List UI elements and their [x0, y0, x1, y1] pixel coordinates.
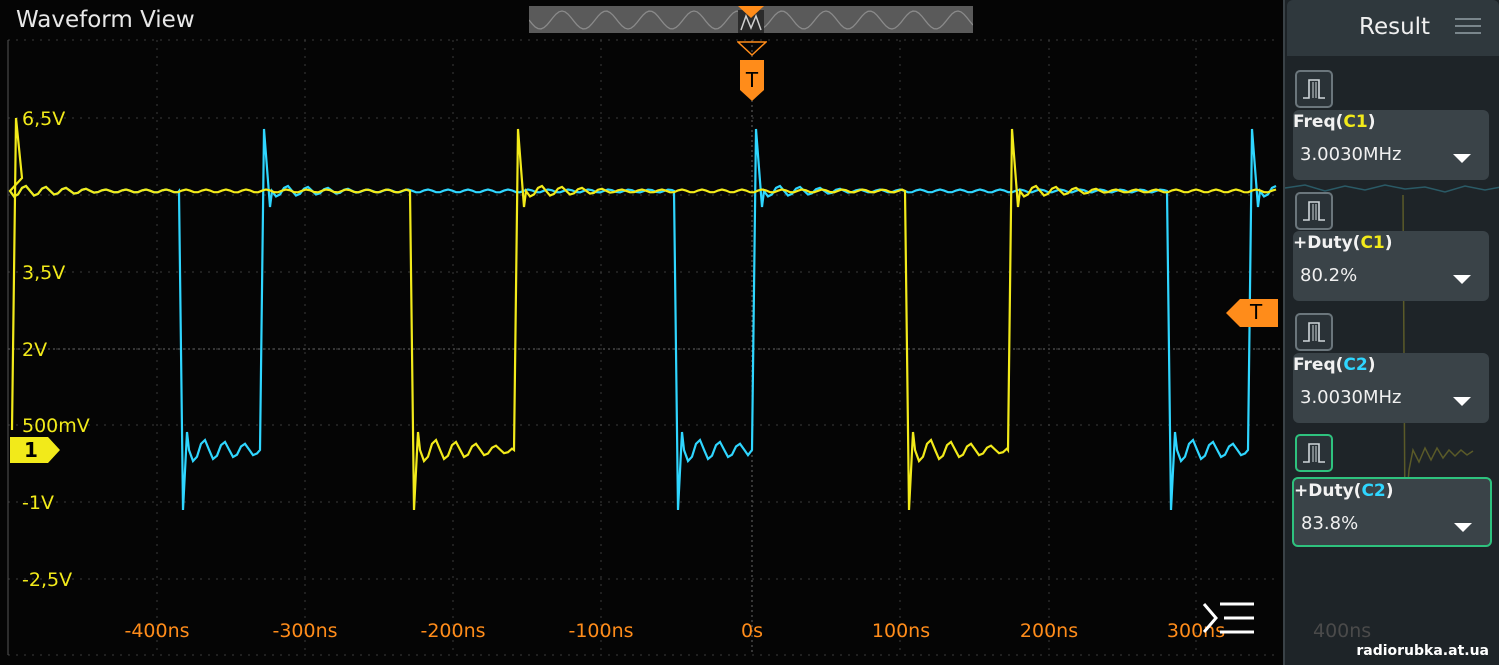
channel-1-offset-marker[interactable]: 1 [10, 437, 60, 463]
chevron-down-icon[interactable] [1453, 154, 1471, 163]
voltage-label: 2V [22, 339, 48, 361]
measurement-value: 3.0030MHz [1300, 387, 1402, 408]
measurement-title: +Duty(C1) [1293, 233, 1393, 253]
waveform-measure-icon[interactable] [1295, 70, 1333, 108]
waveform-display[interactable] [0, 0, 1283, 665]
voltage-label: -1V [22, 492, 54, 514]
time-label: -200ns [420, 620, 486, 642]
voltage-label: 3,5V [22, 262, 66, 284]
trigger-position-label: T [745, 68, 759, 92]
result-panel: Result Freq(C1) 3.0030MHz +Duty(C1) 80.2… [1283, 0, 1499, 665]
measurement-title: Freq(C1) [1293, 112, 1376, 132]
chevron-down-icon[interactable] [1453, 275, 1471, 284]
result-header[interactable]: Result [1287, 0, 1499, 56]
measurement-card-freq-c1[interactable]: Freq(C1) 3.0030MHz [1293, 110, 1489, 180]
time-label: -300ns [272, 620, 338, 642]
watermark: radiorubka.at.ua [1356, 643, 1489, 659]
trigger-level-label: T [1250, 300, 1263, 324]
trigger-position-marker[interactable]: T [736, 8, 768, 103]
time-label-offscreen: 400ns [1313, 620, 1372, 642]
measurement-value: 80.2% [1300, 265, 1358, 286]
chevron-down-icon[interactable] [1454, 523, 1472, 532]
voltage-label: 6,5V [22, 108, 66, 130]
grid [7, 39, 1280, 656]
measurement-title: +Duty(C2) [1294, 481, 1394, 501]
result-title: Result [1359, 14, 1431, 40]
channel-1-label: 1 [24, 438, 38, 462]
measurement-card-duty-c1[interactable]: +Duty(C1) 80.2% [1293, 231, 1489, 301]
hamburger-icon[interactable] [1455, 16, 1481, 36]
waveform-measure-icon[interactable] [1295, 434, 1333, 472]
time-label: 200ns [1019, 620, 1079, 642]
waveform-measure-icon[interactable] [1295, 192, 1333, 230]
waveform-title: Waveform View [16, 7, 195, 33]
waveform-view[interactable]: Waveform View T T 1 6,5V 3,5V 2V 500mV -… [0, 0, 1283, 665]
time-label: 0s [741, 620, 763, 642]
measurement-value: 83.8% [1301, 513, 1359, 534]
menu-collapse-icon [1202, 602, 1254, 634]
voltage-label: -2,5V [22, 569, 73, 591]
measurement-card-duty-c2[interactable]: +Duty(C2) 83.8% [1292, 477, 1492, 547]
waveform-measure-icon[interactable] [1295, 313, 1333, 351]
time-label: -100ns [568, 620, 634, 642]
chevron-down-icon[interactable] [1453, 397, 1471, 406]
measurement-card-freq-c2[interactable]: Freq(C2) 3.0030MHz [1293, 353, 1489, 423]
trigger-level-marker[interactable]: T [1226, 299, 1278, 327]
measurement-title: Freq(C2) [1293, 355, 1376, 375]
channel-1-trace [8, 117, 1277, 511]
measurement-value: 3.0030MHz [1300, 144, 1402, 165]
time-label: 100ns [871, 620, 931, 642]
time-label: -400ns [124, 620, 190, 642]
channel-2-trace [9, 128, 1277, 511]
voltage-label: 500mV [22, 415, 90, 437]
menu-collapse-button[interactable] [1200, 598, 1258, 638]
